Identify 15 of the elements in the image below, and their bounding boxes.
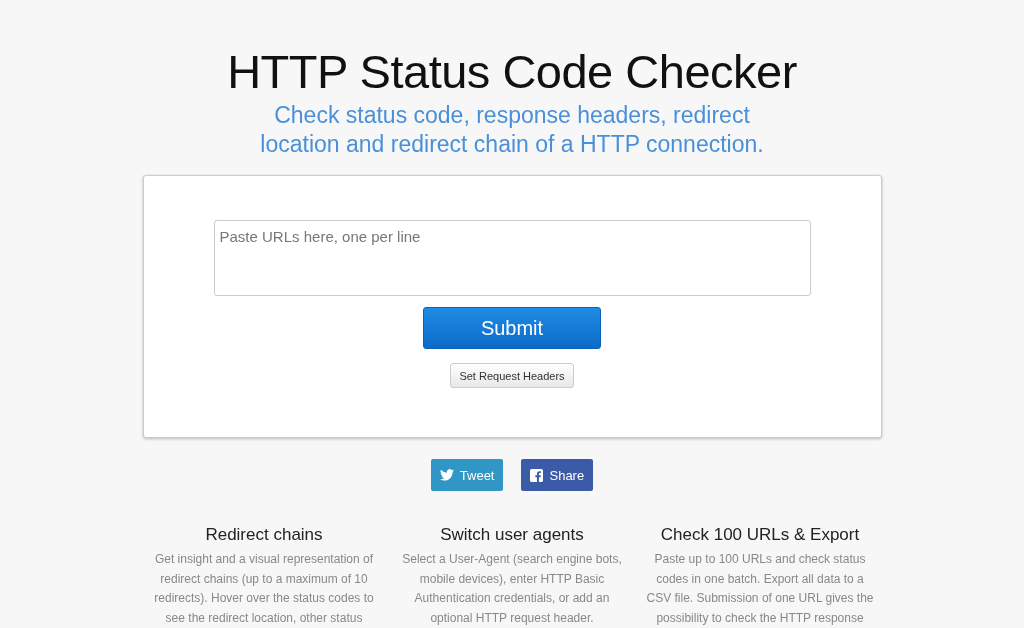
feature-heading: Switch user agents [439, 524, 585, 546]
feature-description: Get insight and a visual representation of redirect chains (up to a maximum of 10 redirects). Hover over the status codes to see the redirect location, other status [153, 551, 375, 627]
url-input-field[interactable]: Paste URLs here, one per line [213, 220, 811, 296]
tweet-button[interactable]: Tweet [430, 459, 504, 491]
feature-heading: Redirect chains [204, 524, 324, 546]
submit-button[interactable]: Submit [423, 307, 601, 349]
feature-heading: Check 100 URLs & Export [659, 524, 861, 546]
feature-description: Select a User-Agent (search engine bots, mobile devices), enter HTTP Basic Authentication credentials, or add an optional HTTP request header. [401, 551, 623, 627]
facebook-icon [530, 468, 544, 482]
share-button[interactable]: Share [521, 459, 594, 491]
bird-icon [439, 469, 454, 481]
set-request-headers-button[interactable]: Set Request Headers [450, 363, 574, 388]
feature-description: Paste up to 100 URLs and check status codes in one batch. Export all data to a CSV file. Submission of one URL gives the possibility to check the HTTP response [645, 551, 875, 627]
page-subtitle: Check status code, response headers, redirect location and redirect chain of a HTTP connection. [259, 101, 765, 159]
page-title: HTTP Status Code Checker [227, 44, 797, 100]
